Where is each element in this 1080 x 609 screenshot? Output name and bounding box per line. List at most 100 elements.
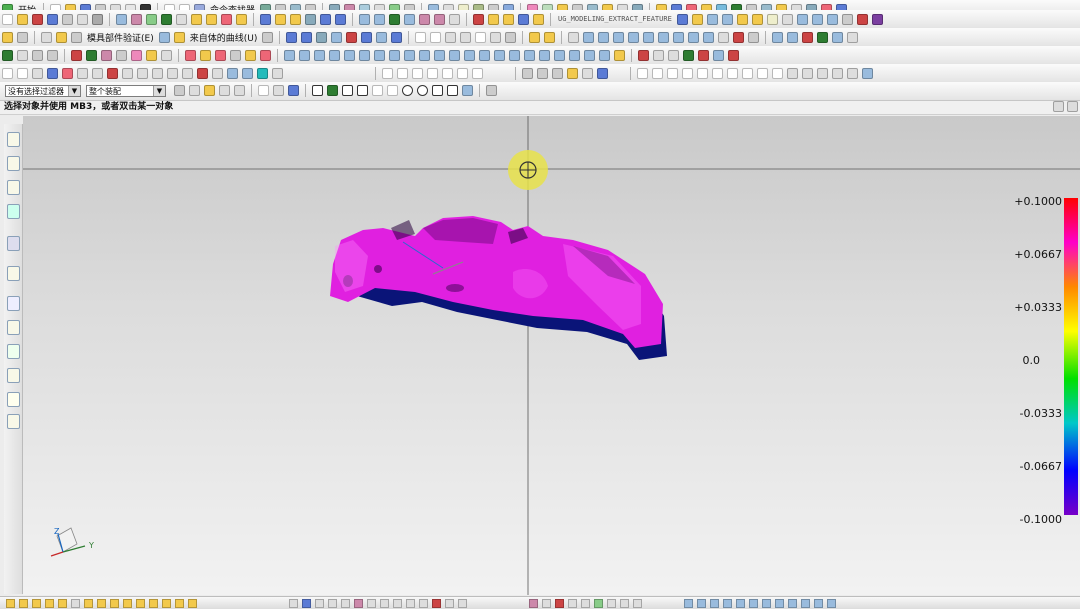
tool-icon[interactable]: [847, 31, 859, 43]
tool-icon[interactable]: [787, 67, 798, 79]
tool-icon[interactable]: [817, 31, 829, 43]
tool-icon[interactable]: [594, 598, 603, 608]
tool-icon[interactable]: [762, 598, 771, 608]
tool-icon[interactable]: [17, 31, 28, 43]
tool-icon[interactable]: [772, 31, 784, 43]
tool-icon[interactable]: [728, 49, 739, 61]
tool-icon[interactable]: [162, 598, 171, 608]
tool-icon[interactable]: [826, 13, 838, 25]
tool-icon[interactable]: [464, 49, 475, 61]
tool-icon[interactable]: [206, 13, 217, 25]
restore-icon[interactable]: [1067, 101, 1078, 112]
tool-icon[interactable]: [775, 598, 784, 608]
tool-icon[interactable]: [189, 85, 200, 96]
tool-icon[interactable]: [71, 31, 82, 43]
tool-icon[interactable]: [697, 598, 706, 608]
tool-icon[interactable]: [643, 31, 655, 43]
tool-icon[interactable]: [152, 67, 163, 79]
tool-icon[interactable]: [569, 49, 580, 61]
tool-icon[interactable]: [374, 13, 385, 25]
tool-icon[interactable]: [505, 31, 517, 43]
roles-icon[interactable]: [7, 392, 20, 407]
circle-icon[interactable]: [727, 67, 738, 79]
tool-icon[interactable]: [212, 67, 223, 79]
constraint-navigator-icon[interactable]: [7, 156, 20, 171]
tool-icon[interactable]: [32, 13, 43, 25]
tool-icon[interactable]: [736, 598, 745, 608]
tool-icon[interactable]: [856, 13, 868, 25]
tool-icon[interactable]: [638, 49, 649, 61]
tool-icon[interactable]: [290, 13, 301, 25]
tool-icon[interactable]: [706, 13, 718, 25]
tool-icon[interactable]: [331, 31, 343, 43]
tool-icon[interactable]: [354, 598, 363, 608]
tool-icon[interactable]: [286, 31, 298, 43]
tool-icon[interactable]: [359, 49, 370, 61]
tool-icon[interactable]: [658, 31, 670, 43]
snap-line-icon[interactable]: [357, 85, 368, 96]
tool-icon[interactable]: [503, 13, 514, 25]
tool-icon[interactable]: [584, 49, 595, 61]
process-studio-icon[interactable]: [7, 344, 20, 359]
tool-icon[interactable]: [146, 13, 157, 25]
system-materials-icon[interactable]: [7, 320, 20, 335]
tool-icon[interactable]: [219, 85, 230, 96]
tool-icon[interactable]: [751, 13, 763, 25]
tool-icon[interactable]: [802, 67, 813, 79]
type-filter-dropdown[interactable]: 没有选择过滤器 ▼: [5, 85, 81, 97]
tool-icon[interactable]: [788, 598, 797, 608]
line-icon[interactable]: [667, 67, 678, 79]
manufacturing-wizard-icon[interactable]: [7, 368, 20, 383]
tool-icon[interactable]: [272, 67, 283, 79]
tool-icon[interactable]: [200, 49, 211, 61]
tool-icon[interactable]: [62, 13, 73, 25]
tool-icon[interactable]: [406, 598, 415, 608]
tool-icon[interactable]: [862, 67, 873, 79]
tool-icon[interactable]: [673, 31, 685, 43]
tool-icon[interactable]: [802, 31, 814, 43]
snap-midpoint-icon[interactable]: [342, 85, 353, 96]
tool-icon[interactable]: [314, 49, 325, 61]
tool-icon[interactable]: [397, 67, 408, 79]
tool-icon[interactable]: [703, 31, 715, 43]
tool-icon[interactable]: [230, 49, 241, 61]
tool-icon[interactable]: [242, 67, 253, 79]
tool-icon[interactable]: [32, 49, 43, 61]
tool-icon[interactable]: [260, 13, 271, 25]
tool-icon[interactable]: [146, 49, 157, 61]
selection-scope-dropdown[interactable]: 整个装配 ▼: [86, 85, 166, 97]
tool-icon[interactable]: [749, 598, 758, 608]
tool-icon[interactable]: [801, 598, 810, 608]
tool-icon[interactable]: [161, 49, 172, 61]
tool-icon[interactable]: [17, 13, 28, 25]
tool-icon[interactable]: [197, 67, 208, 79]
tool-icon[interactable]: [449, 49, 460, 61]
tool-icon[interactable]: [772, 67, 783, 79]
tool-icon[interactable]: [628, 31, 640, 43]
tool-icon[interactable]: [275, 13, 286, 25]
tool-icon[interactable]: [613, 31, 625, 43]
tool-icon[interactable]: [258, 85, 269, 96]
tool-icon[interactable]: [518, 13, 529, 25]
tool-icon[interactable]: [17, 67, 28, 79]
tool-icon[interactable]: [131, 49, 142, 61]
tool-icon[interactable]: [346, 31, 358, 43]
tool-icon[interactable]: [149, 598, 158, 608]
line-icon[interactable]: [415, 31, 427, 43]
tool-icon[interactable]: [204, 85, 215, 96]
tool-icon[interactable]: [607, 598, 616, 608]
tool-icon[interactable]: [537, 67, 548, 79]
tool-icon[interactable]: [419, 13, 430, 25]
snap-face-icon[interactable]: [462, 85, 473, 96]
tool-icon[interactable]: [2, 67, 13, 79]
tool-icon[interactable]: [122, 67, 133, 79]
tool-icon[interactable]: [6, 598, 15, 608]
tool-icon[interactable]: [412, 67, 423, 79]
tool-icon[interactable]: [509, 49, 520, 61]
tool-icon[interactable]: [419, 49, 430, 61]
tool-icon[interactable]: [721, 13, 733, 25]
tool-icon[interactable]: [445, 598, 454, 608]
tool-icon[interactable]: [101, 49, 112, 61]
tool-icon[interactable]: [97, 598, 106, 608]
arc-icon[interactable]: [430, 31, 442, 43]
